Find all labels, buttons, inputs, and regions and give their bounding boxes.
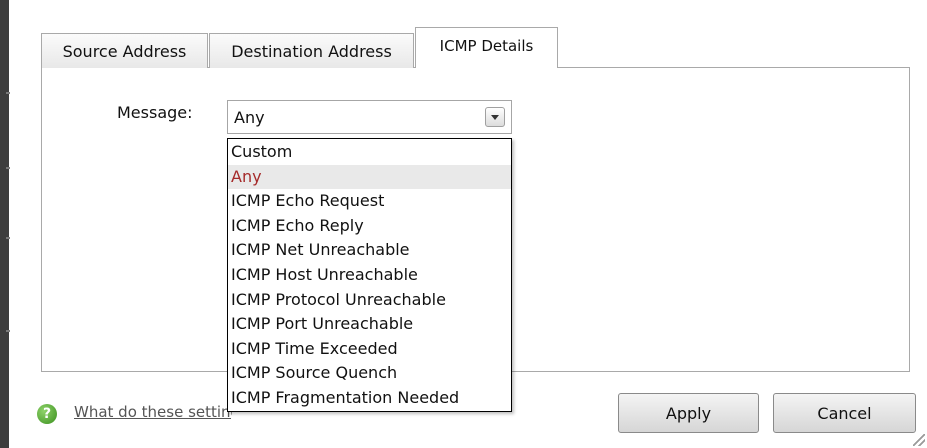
dropdown-option[interactable]: ICMP Host Unreachable bbox=[228, 263, 511, 288]
dropdown-option[interactable]: ICMP Port Unreachable bbox=[228, 312, 511, 337]
edge-tick bbox=[6, 237, 10, 239]
dropdown-option[interactable]: ICMP Echo Request bbox=[228, 189, 511, 214]
dropdown-option[interactable]: ICMP Echo Reply bbox=[228, 214, 511, 239]
apply-button[interactable]: Apply bbox=[618, 393, 759, 433]
dropdown-option[interactable]: ICMP Protocol Unreachable bbox=[228, 288, 511, 313]
dialog: Source Address Destination Address ICMP … bbox=[0, 0, 927, 448]
apply-button-label: Apply bbox=[665, 403, 712, 423]
message-select[interactable]: Any bbox=[227, 100, 512, 134]
edge-tick bbox=[6, 92, 10, 94]
tab-label: Destination Address bbox=[231, 41, 392, 61]
chevron-down-icon[interactable] bbox=[485, 107, 505, 127]
dropdown-option[interactable]: Any bbox=[228, 164, 511, 190]
message-dropdown-list: Custom Any ICMP Echo Request ICMP Echo Repl… bbox=[227, 138, 512, 412]
help-link[interactable]: What do these settings mean? bbox=[74, 403, 232, 421]
edge-tick bbox=[6, 167, 10, 169]
tab-destination-address[interactable]: Destination Address bbox=[209, 33, 414, 68]
tab-source-address[interactable]: Source Address bbox=[41, 33, 208, 68]
tab-label: ICMP Details bbox=[439, 37, 534, 55]
dropdown-option[interactable]: ICMP Source Quench bbox=[228, 361, 511, 386]
window-edge bbox=[0, 0, 9, 448]
cancel-button-label: Cancel bbox=[817, 403, 872, 423]
resize-grip-icon[interactable] bbox=[913, 434, 925, 446]
help-icon[interactable]: ? bbox=[37, 404, 57, 424]
edge-tick bbox=[6, 330, 10, 332]
message-label: Message: bbox=[117, 103, 193, 122]
dropdown-option[interactable]: ICMP Fragmentation Needed bbox=[228, 386, 511, 411]
dropdown-option[interactable]: ICMP Net Unreachable bbox=[228, 238, 511, 263]
tab-icmp-details[interactable]: ICMP Details bbox=[415, 27, 558, 68]
dropdown-option[interactable]: Custom bbox=[228, 140, 511, 165]
cancel-button[interactable]: Cancel bbox=[773, 393, 916, 433]
tab-label: Source Address bbox=[62, 41, 187, 61]
message-select-value: Any bbox=[234, 108, 265, 127]
dropdown-option[interactable]: ICMP Time Exceeded bbox=[228, 337, 511, 362]
